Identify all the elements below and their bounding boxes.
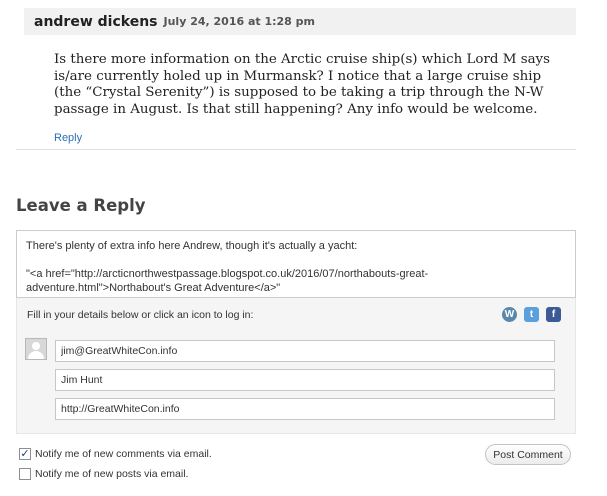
textarea-line: There's plenty of extra info here Andrew… — [26, 240, 358, 252]
notify-comments-row: ✓ Notify me of new comments via email. — [19, 448, 212, 460]
social-icons: W t f — [502, 307, 561, 322]
notify-posts-checkbox[interactable] — [19, 468, 31, 480]
facebook-icon[interactable]: f — [546, 307, 561, 322]
website-field[interactable] — [55, 398, 555, 420]
comment-body: Is there more information on the Arctic … — [54, 52, 550, 117]
comment-header: andrew dickens July 24, 2016 at 1:28 pm — [24, 8, 576, 35]
reply-link[interactable]: Reply — [54, 132, 82, 144]
twitter-icon[interactable]: t — [524, 307, 539, 322]
name-field[interactable] — [55, 369, 555, 391]
divider — [16, 149, 576, 150]
notify-comments-checkbox[interactable]: ✓ — [19, 448, 31, 460]
notify-posts-row: Notify me of new posts via email. — [19, 468, 188, 480]
wordpress-icon[interactable]: W — [502, 307, 517, 322]
post-comment-button[interactable]: Post Comment — [485, 444, 571, 465]
leave-reply-heading: Leave a Reply — [16, 196, 146, 215]
comment-date[interactable]: July 24, 2016 at 1:28 pm — [164, 15, 316, 28]
notify-posts-label[interactable]: Notify me of new posts via email. — [35, 468, 188, 480]
textarea-line: "<a href="http://arcticnorthwestpassage.… — [26, 268, 429, 294]
comment-textarea[interactable]: There's plenty of extra info here Andrew… — [16, 230, 576, 298]
notify-comments-label[interactable]: Notify me of new comments via email. — [35, 448, 212, 460]
avatar — [25, 338, 47, 360]
login-prompt: Fill in your details below or click an i… — [27, 309, 254, 321]
login-box: Fill in your details below or click an i… — [16, 298, 576, 434]
email-field[interactable] — [55, 340, 555, 362]
comment-author: andrew dickens — [34, 13, 158, 30]
